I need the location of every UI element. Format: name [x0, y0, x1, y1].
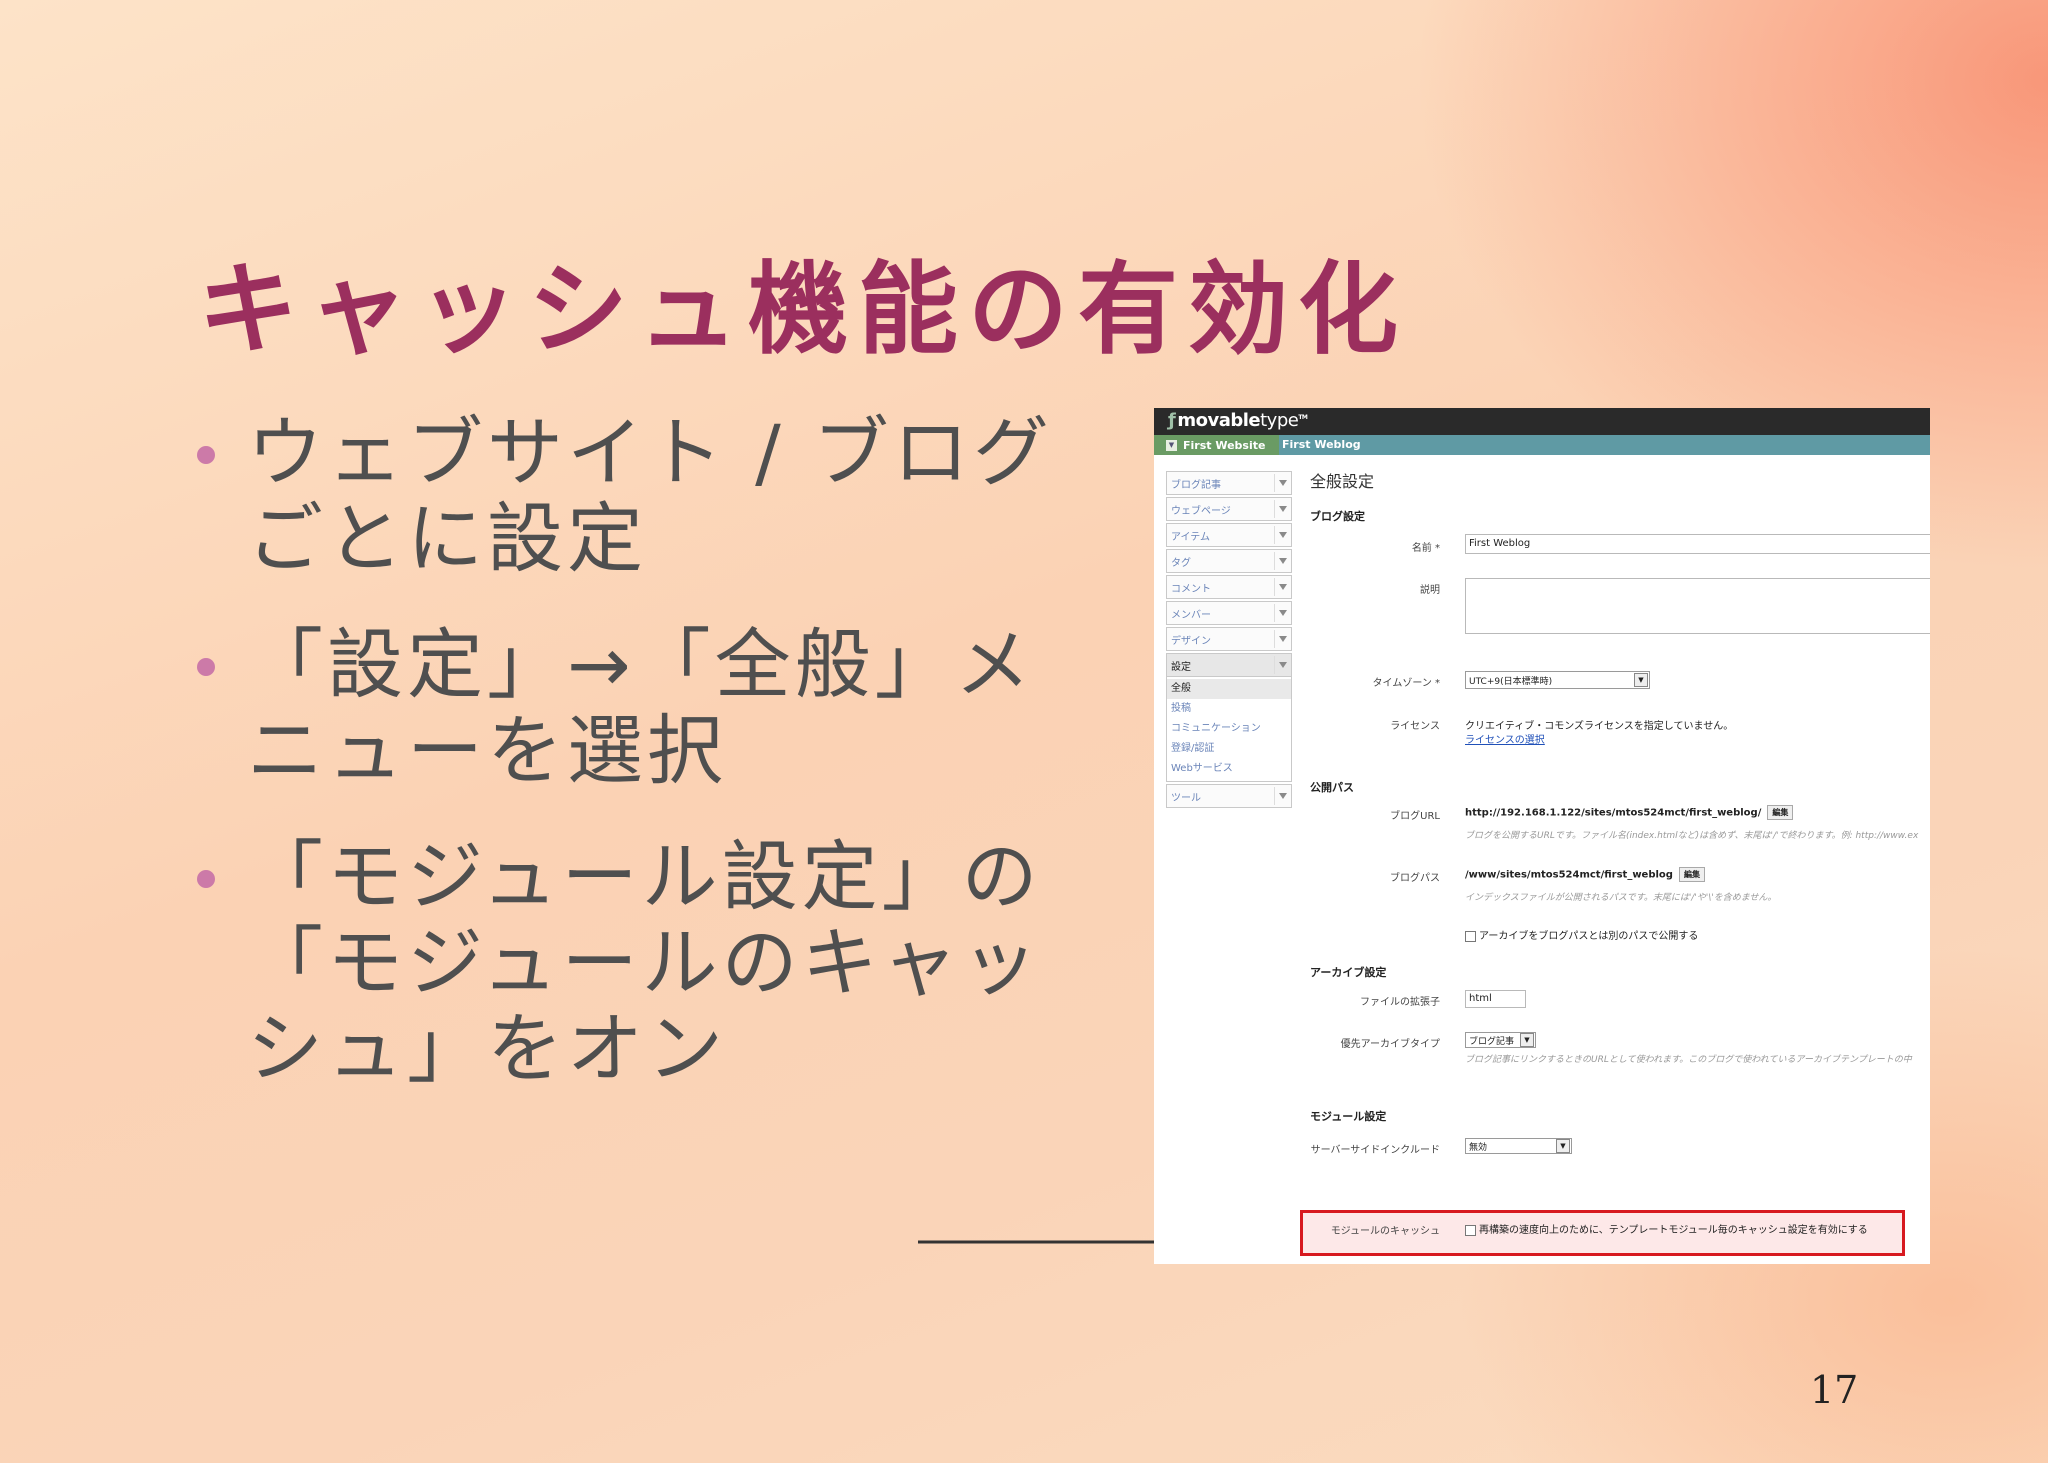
file-extension-field[interactable]: html [1465, 990, 1526, 1008]
chevron-down-icon: ▼ [1634, 673, 1648, 687]
chevron-down-icon[interactable] [1279, 480, 1287, 486]
blog-path-value: /www/sites/mtos524mct/first_weblog 編集 [1465, 867, 1705, 882]
preferred-archive-label: 優先アーカイブタイプ [1340, 1039, 1440, 1050]
name-field[interactable]: First Weblog [1465, 534, 1930, 554]
bullet-dot-icon [197, 870, 215, 888]
sidebar-item-tools[interactable]: ツール [1166, 784, 1292, 808]
bullet-item: 「設定」→「全般」メニューを選択 [195, 622, 1055, 794]
page-title: 全般設定 [1310, 472, 1375, 491]
slide-title: キャッシュ機能の有効化 [198, 251, 1408, 368]
chevron-down-icon[interactable] [1279, 584, 1287, 590]
chevron-down-icon[interactable] [1279, 636, 1287, 642]
sidebar-item-comments[interactable]: コメント [1166, 575, 1292, 599]
license-link[interactable]: ライセンスの選択 [1465, 731, 1545, 746]
mt-header: ƒ movabletypeTM [1154, 408, 1930, 435]
module-cache-checkbox[interactable] [1465, 1224, 1476, 1236]
breadcrumb-blog[interactable]: First Weblog [1282, 438, 1361, 451]
description-field[interactable] [1465, 578, 1930, 634]
sidebar-item-pages[interactable]: ウェブページ [1166, 497, 1292, 521]
chevron-down-icon[interactable] [1279, 558, 1287, 564]
chevron-down-icon[interactable] [1279, 532, 1287, 538]
submenu-item-registration[interactable]: 登録/認証 [1167, 739, 1291, 759]
edit-path-button[interactable]: 編集 [1678, 867, 1705, 882]
description-label: 説明 [1420, 585, 1440, 596]
bullet-list: ウェブサイト / ブログごとに設定 「設定」→「全般」メニューを選択 「モジュー… [195, 410, 1055, 1132]
section-heading-paths: 公開パス [1310, 781, 1354, 794]
page-number: 17 [1810, 1368, 1859, 1412]
chevron-down-icon[interactable] [1279, 610, 1287, 616]
sidebar-item-design[interactable]: デザイン [1166, 627, 1292, 651]
chevron-down-icon: ▼ [1556, 1139, 1570, 1153]
sidebar-item-entries[interactable]: ブログ記事 [1166, 471, 1292, 495]
name-label: 名前 * [1411, 543, 1440, 554]
edit-url-button[interactable]: 編集 [1767, 805, 1794, 820]
ssi-label: サーバーサイドインクルード [1310, 1145, 1440, 1156]
timezone-select[interactable]: UTC+9(日本標準時) ▼ [1465, 671, 1650, 689]
blog-path-label: ブログパス [1390, 873, 1440, 884]
breadcrumb-website[interactable]: ▼ First Website [1154, 435, 1280, 455]
bullet-dot-icon [197, 446, 215, 464]
blog-path-hint: インデックスファイルが公開されるパスです。末尾には'/'や'\'を含めません。 [1465, 893, 1777, 903]
chevron-down-icon[interactable] [1279, 506, 1287, 512]
license-text: クリエイティブ・コモンズライセンスを指定していません。 [1465, 721, 1734, 732]
preferred-archive-select[interactable]: ブログ記事 ▼ [1465, 1032, 1536, 1048]
archive-separate-option: アーカイブをブログパスとは別のパスで公開する [1465, 927, 1698, 942]
blog-url-hint: ブログを公開するURLです。ファイル名(index.htmlなど)は含めず、末尾… [1465, 831, 1919, 841]
file-extension-label: ファイルの拡張子 [1360, 997, 1440, 1008]
settings-submenu: 全般 投稿 コミュニケーション 登録/認証 Webサービス [1166, 677, 1292, 782]
bullet-dot-icon [197, 658, 215, 676]
sidebar-item-tags[interactable]: タグ [1166, 549, 1292, 573]
section-heading-blog: ブログ設定 [1310, 510, 1365, 523]
timezone-label: タイムゾーン * [1372, 678, 1440, 689]
preferred-archive-hint: ブログ記事にリンクするときのURLとして使われます。このブログで使われているアー… [1465, 1055, 1912, 1065]
chevron-down-icon[interactable] [1279, 662, 1287, 668]
module-cache-label: モジュールのキャッシュ [1330, 1226, 1440, 1237]
chevron-down-icon[interactable] [1279, 793, 1287, 799]
mt-logo-icon: ƒ [1168, 410, 1176, 431]
chevron-down-icon: ▼ [1520, 1033, 1534, 1047]
mt-logo[interactable]: ƒ movabletypeTM [1168, 410, 1308, 431]
blog-url-value: http://192.168.1.122/sites/mtos524mct/fi… [1465, 805, 1794, 820]
submenu-item-entry[interactable]: 投稿 [1167, 699, 1291, 719]
submenu-item-communication[interactable]: コミュニケーション [1167, 719, 1291, 739]
submenu-item-webservices[interactable]: Webサービス [1167, 759, 1291, 779]
mt-screenshot: ƒ movabletypeTM ▼ First Website First Web… [1154, 408, 1930, 1264]
section-heading-module: モジュール設定 [1310, 1110, 1387, 1123]
bullet-item: ウェブサイト / ブログごとに設定 [195, 410, 1055, 582]
sidebar-item-members[interactable]: メンバー [1166, 601, 1292, 625]
sidebar-item-settings[interactable]: 設定 [1166, 653, 1292, 677]
breadcrumb-chevron-icon [1268, 435, 1276, 455]
archive-separate-checkbox[interactable] [1465, 930, 1476, 942]
module-cache-option: 再構築の速度向上のために、テンプレートモジュール毎のキャッシュ設定を有効にする [1465, 1221, 1868, 1236]
dropdown-icon[interactable]: ▼ [1166, 439, 1177, 451]
bullet-item: 「モジュール設定」の「モジュールのキャッシュ」をオン [195, 834, 1055, 1092]
section-heading-archive: アーカイブ設定 [1310, 966, 1387, 979]
submenu-item-general[interactable]: 全般 [1167, 679, 1291, 699]
license-label: ライセンス [1390, 721, 1440, 732]
sidebar: ブログ記事 ウェブページ アイテム タグ コメント メンバー デザイン 設定 全… [1166, 471, 1292, 810]
blog-url-label: ブログURL [1390, 811, 1440, 822]
ssi-select[interactable]: 無効 ▼ [1465, 1138, 1572, 1154]
breadcrumb: ▼ First Website First Weblog [1154, 435, 1930, 455]
sidebar-item-assets[interactable]: アイテム [1166, 523, 1292, 547]
